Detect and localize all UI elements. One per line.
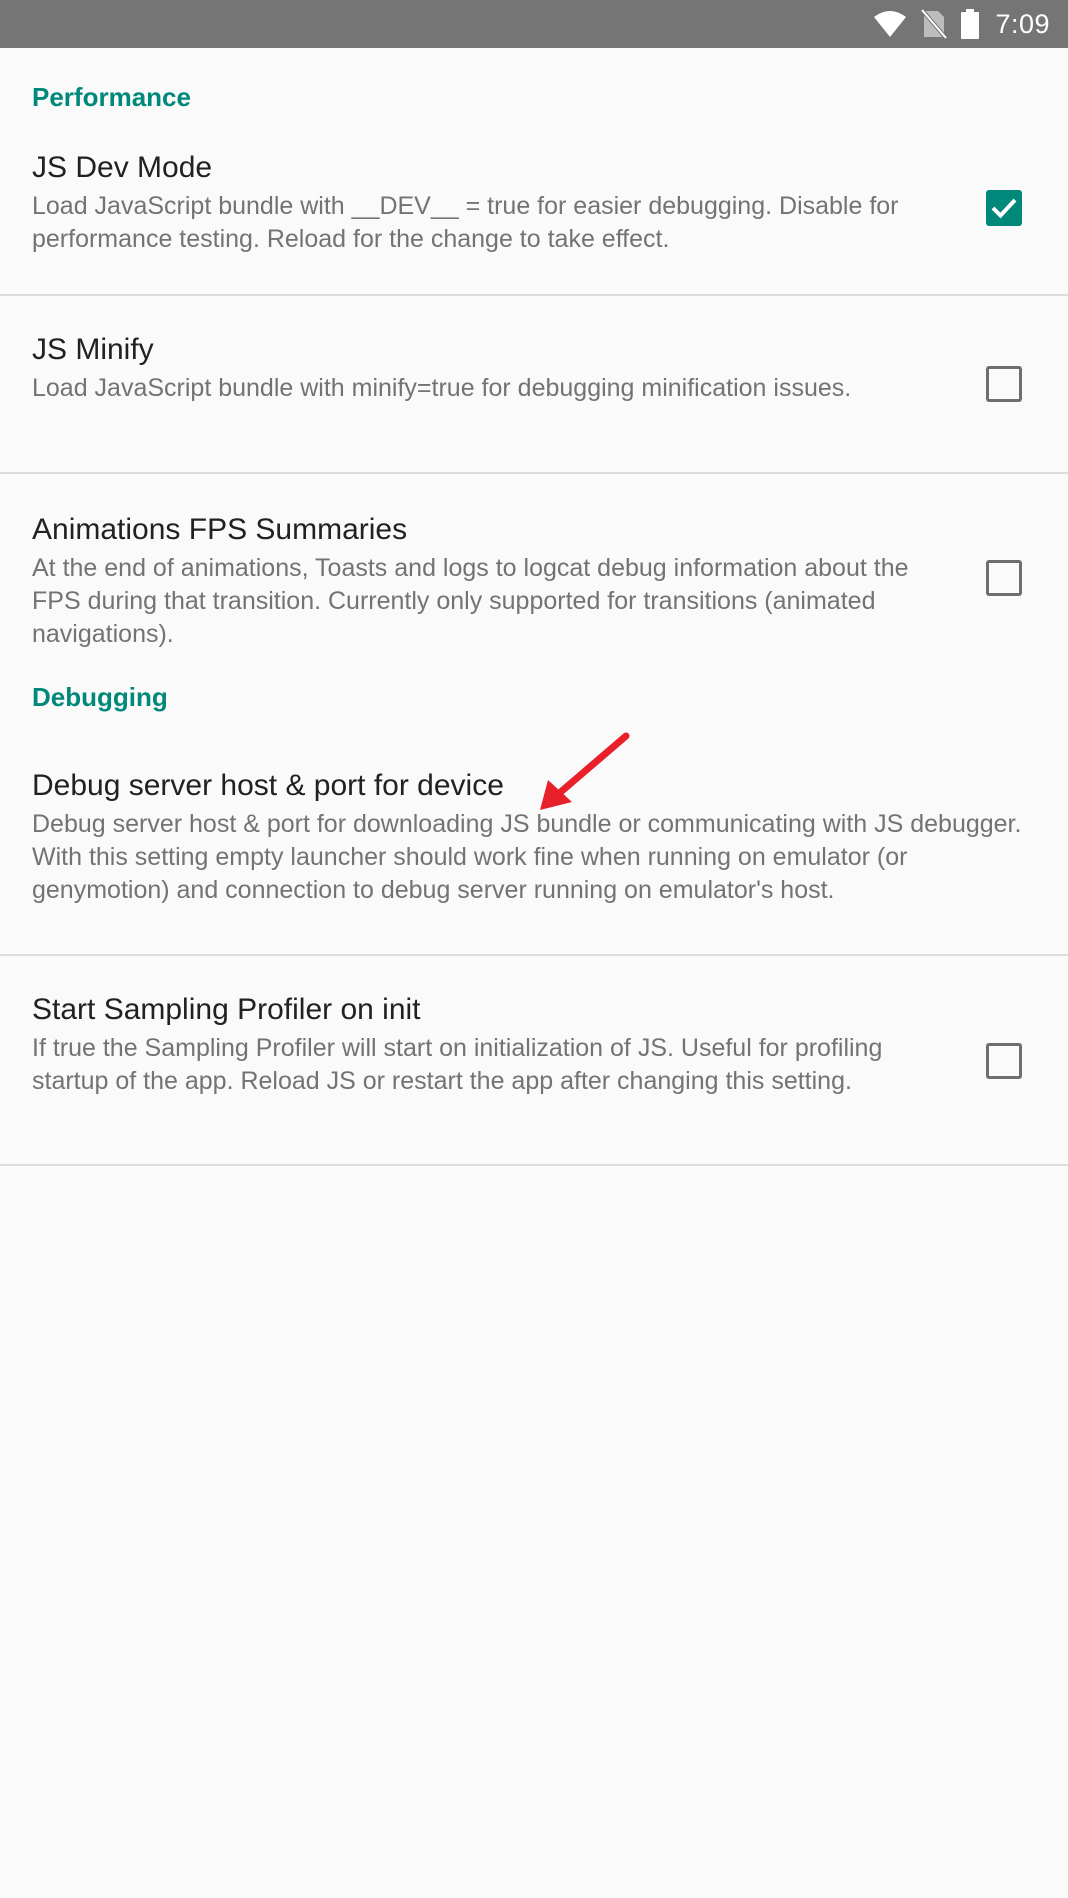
sampling-profiler-checkbox[interactable] (986, 1043, 1022, 1079)
battery-icon (961, 9, 980, 39)
pref-summary: Debug server host & port for downloading… (32, 810, 1022, 904)
pref-title: JS Dev Mode (32, 151, 213, 184)
pref-animations-fps-summaries[interactable]: Animations FPS Summaries At the end of a… (0, 474, 1068, 676)
pref-summary: Load JavaScript bundle with __DEV__ = tr… (32, 192, 899, 253)
settings-list: Performance JS Dev Mode Load JavaScript … (0, 48, 1068, 1166)
status-bar: 7:09 (0, 0, 1068, 48)
pref-summary: At the end of animations, Toasts and log… (32, 554, 909, 648)
section-header-performance: Performance (32, 82, 191, 112)
pref-js-minify[interactable]: JS Minify Load JavaScript bundle with mi… (0, 296, 1068, 474)
annotation-arrow-icon (540, 732, 630, 810)
js-minify-checkbox[interactable] (986, 366, 1022, 402)
pref-title: Debug server host & port for device (32, 769, 504, 802)
no-sim-icon (921, 9, 948, 39)
checkmark-icon (991, 198, 1017, 219)
pref-summary: Load JavaScript bundle with minify=true … (32, 374, 852, 402)
pref-js-dev-mode[interactable]: JS Dev Mode Load JavaScript bundle with … (0, 150, 1068, 296)
pref-title: Start Sampling Profiler on init (32, 993, 421, 1026)
wifi-icon (873, 10, 907, 38)
animations-fps-checkbox[interactable] (986, 560, 1022, 596)
pref-summary: If true the Sampling Profiler will start… (32, 1034, 883, 1095)
pref-start-sampling-profiler[interactable]: Start Sampling Profiler on init If true … (0, 956, 1068, 1166)
pref-title: JS Minify (32, 333, 154, 366)
pref-title: Animations FPS Summaries (32, 513, 408, 546)
js-dev-mode-checkbox[interactable] (986, 190, 1022, 226)
status-time: 7:09 (995, 8, 1050, 39)
